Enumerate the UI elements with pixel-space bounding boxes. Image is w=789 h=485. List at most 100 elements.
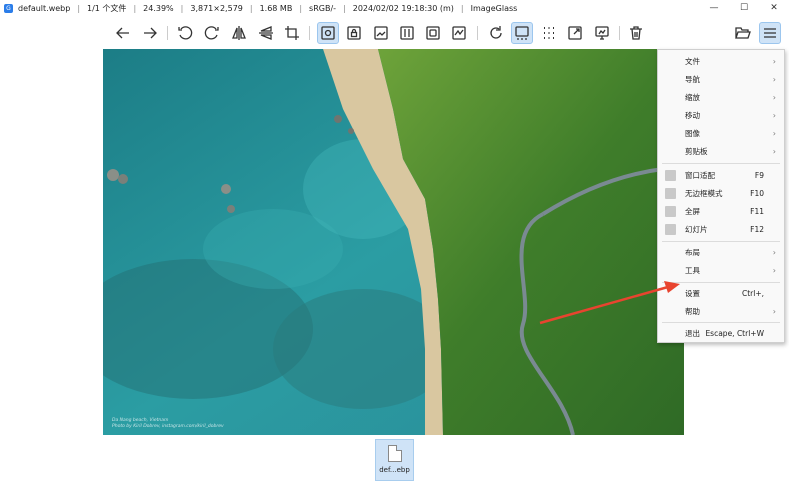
title-separator: | (77, 3, 81, 13)
menu-separator (662, 322, 780, 323)
menu-item-move[interactable]: 移动 › (658, 106, 784, 124)
file-icon (387, 445, 402, 462)
refresh-icon (490, 26, 502, 39)
menu-shortcut: F12 (750, 224, 764, 234)
open-file-button[interactable] (732, 22, 754, 44)
window-controls: — ☐ ✕ (699, 0, 789, 16)
grid-icon (544, 27, 554, 39)
close-button[interactable]: ✕ (759, 0, 789, 16)
color-space: sRGB/- (309, 3, 337, 13)
next-image-button[interactable] (139, 22, 161, 44)
menu-item-settings[interactable]: 设置 Ctrl+, (658, 284, 784, 302)
slideshow-icon (595, 26, 609, 40)
trash-icon (630, 26, 642, 40)
rotate-left-icon (178, 26, 193, 40)
chevron-right-icon: › (772, 146, 776, 156)
menu-item-zoom[interactable]: 缩放 › (658, 88, 784, 106)
thumbnail-label: def...ebp (379, 466, 410, 474)
menu-item-label: 全屏 (685, 206, 700, 216)
menu-item-label: 缩放 (685, 92, 700, 102)
scale-to-height-button[interactable] (396, 22, 418, 44)
rotate-right-button[interactable] (201, 22, 223, 44)
auto-zoom-button[interactable] (317, 22, 339, 44)
expand-icon (568, 26, 582, 40)
photo-credit: Da Nang beach, Vietnam Photo by Kiril Do… (112, 418, 224, 430)
menu-item-label: 无边框模式 (685, 188, 723, 198)
menu-item-label: 工具 (685, 265, 700, 275)
title-separator: | (133, 3, 137, 13)
flip-horizontal-icon (232, 26, 246, 40)
flip-horizontal-button[interactable] (228, 22, 250, 44)
chevron-right-icon: › (772, 110, 776, 120)
zoom-level: 24.39% (143, 3, 174, 13)
toolbar-separator (619, 26, 620, 40)
menu-item-slideshow[interactable]: 幻灯片 F12 (658, 220, 784, 238)
menu-shortcut: Escape, Ctrl+W (705, 328, 764, 338)
menu-item-file[interactable]: 文件 › (658, 52, 784, 70)
menu-item-label: 设置 (685, 288, 700, 298)
gallery-thumbnail[interactable]: def...ebp (375, 439, 414, 481)
scale-width-icon (374, 26, 388, 40)
displayed-image (103, 49, 684, 435)
gallery-icon (515, 26, 529, 40)
flip-vertical-button[interactable] (255, 22, 277, 44)
chevron-right-icon: › (772, 128, 776, 138)
menu-item-label: 文件 (685, 56, 700, 66)
maximize-button[interactable]: ☐ (729, 0, 759, 16)
menu-shortcut: F10 (750, 188, 764, 198)
menu-item-help[interactable]: 帮助 › (658, 302, 784, 320)
menu-item-tools[interactable]: 工具 › (658, 261, 784, 279)
menu-item-label: 帮助 (685, 306, 700, 316)
scale-to-fill-button[interactable] (448, 22, 470, 44)
menu-item-label: 幻灯片 (685, 224, 708, 234)
menu-item-label: 剪贴板 (685, 146, 708, 156)
chevron-right-icon: › (772, 247, 776, 257)
menu-item-label: 窗口适配 (685, 170, 715, 180)
thumbnail-grid-button[interactable] (538, 22, 560, 44)
menu-item-frameless[interactable]: 无边框模式 F10 (658, 184, 784, 202)
delete-button[interactable] (625, 22, 647, 44)
title-separator: | (249, 3, 253, 13)
lock-zoom-button[interactable] (343, 22, 365, 44)
menu-item-label: 图像 (685, 128, 700, 138)
scale-to-fit-button[interactable] (422, 22, 444, 44)
menu-item-navigation[interactable]: 导航 › (658, 70, 784, 88)
hamburger-menu-icon (764, 28, 776, 38)
menu-item-fullscreen[interactable]: 全屏 F11 (658, 202, 784, 220)
rotate-left-button[interactable] (174, 22, 196, 44)
menu-item-window-fit[interactable]: 窗口适配 F9 (658, 166, 784, 184)
gallery-button[interactable] (511, 22, 533, 44)
menu-separator (662, 282, 780, 283)
main-menu-button[interactable] (759, 22, 781, 44)
menu-item-image[interactable]: 图像 › (658, 124, 784, 142)
menu-item-label: 退出 (685, 328, 700, 338)
slideshow-button[interactable] (591, 22, 613, 44)
arrow-right-icon (144, 27, 157, 39)
toolbar-separator (309, 26, 310, 40)
scale-to-width-button[interactable] (370, 22, 392, 44)
menu-item-exit[interactable]: 退出 Escape, Ctrl+W (658, 324, 784, 342)
scale-fit-icon (426, 26, 440, 40)
image-viewer[interactable]: Da Nang beach, Vietnam Photo by Kiril Do… (103, 49, 684, 435)
menu-item-clipboard[interactable]: 剪贴板 › (658, 142, 784, 160)
app-name: ImageGlass (470, 3, 518, 13)
date-modified: 2024/02/02 19:18:30 (m) (352, 3, 454, 13)
file-size: 1.68 MB (259, 3, 293, 13)
chevron-right-icon: › (772, 92, 776, 102)
title-bar: G default.webp | 1/1 个文件 | 24.39% | 3,87… (0, 0, 789, 16)
previous-image-button[interactable] (112, 22, 134, 44)
menu-separator (662, 163, 780, 164)
menu-separator (662, 241, 780, 242)
crop-button[interactable] (281, 22, 303, 44)
crop-icon (285, 26, 299, 40)
toolbar-separator (477, 26, 478, 40)
title-separator: | (180, 3, 184, 13)
folder-open-icon (735, 27, 751, 39)
menu-item-layout[interactable]: 布局 › (658, 243, 784, 261)
rotate-right-icon (204, 26, 219, 40)
minimize-button[interactable]: — (699, 0, 729, 16)
title-separator: | (460, 3, 464, 13)
toolbar (0, 17, 789, 49)
fullscreen-button[interactable] (564, 22, 586, 44)
refresh-button[interactable] (485, 22, 507, 44)
